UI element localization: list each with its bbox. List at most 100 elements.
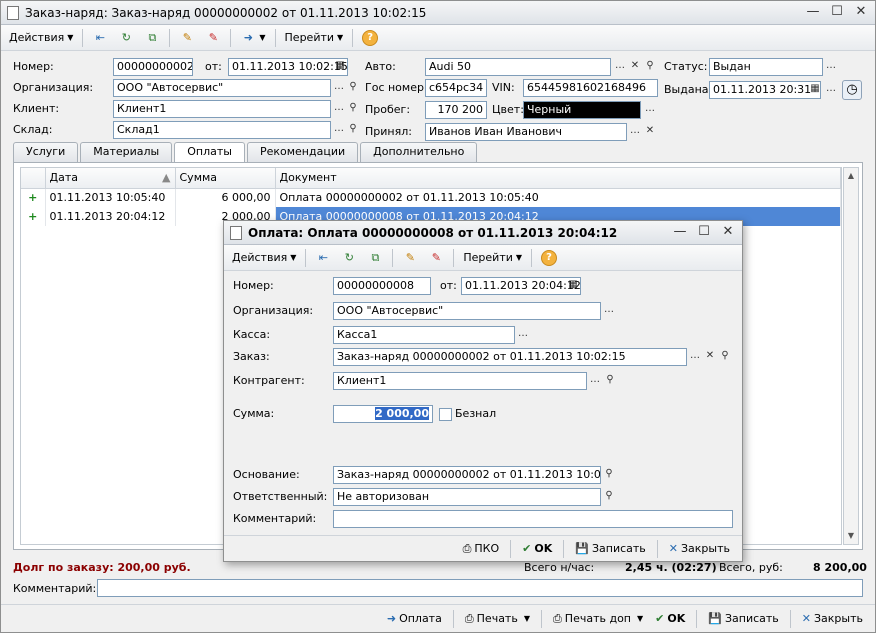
help-button[interactable]: ? xyxy=(537,248,561,268)
payment-button[interactable]: ➜ Оплата xyxy=(383,608,446,630)
search-icon[interactable]: ⚲ xyxy=(642,58,658,76)
actions-menu[interactable]: Действия ▼ xyxy=(228,248,300,268)
ellipsis-icon[interactable]: … xyxy=(515,326,531,344)
post-button[interactable]: ✎ xyxy=(175,28,199,48)
grid-header-document[interactable]: Документ xyxy=(275,168,841,189)
ellipsis-icon[interactable]: … xyxy=(687,348,703,366)
ellipsis-icon[interactable]: … xyxy=(587,372,603,390)
dlg-order-field[interactable]: Заказ-наряд 00000000002 от 01.11.2013 10… xyxy=(333,348,687,366)
comment-field[interactable] xyxy=(97,579,863,597)
maximize-icon[interactable]: ☐ xyxy=(829,4,845,20)
unpost-button[interactable]: ✎ xyxy=(424,248,448,268)
add-row-button[interactable]: ⇤ xyxy=(88,28,112,48)
ellipsis-icon[interactable]: … xyxy=(627,123,643,141)
maximize-icon[interactable]: ☐ xyxy=(696,224,712,240)
dlg-number-field[interactable]: 00000000008 xyxy=(333,277,431,295)
table-row[interactable]: + 01.11.2013 10:05:40 6 000,00 Оплата 00… xyxy=(21,188,841,207)
goto-menu[interactable]: Перейти ▼ xyxy=(281,28,348,48)
ellipsis-icon[interactable]: … xyxy=(612,58,628,76)
print-more-button[interactable]: ⎙ Печать доп ▼ xyxy=(549,608,647,630)
clear-icon[interactable]: ✕ xyxy=(627,58,643,76)
search-icon[interactable]: ⚲ xyxy=(602,372,618,390)
cashless-checkbox[interactable] xyxy=(439,408,452,424)
bottom-separator xyxy=(540,609,542,628)
refresh-button[interactable]: ↻ xyxy=(337,248,361,268)
calendar-icon[interactable]: ▦ xyxy=(807,81,823,99)
issued-label: Выдана: xyxy=(664,83,713,96)
ellipsis-icon[interactable]: … xyxy=(601,302,617,320)
accepted-field[interactable]: Иванов Иван Иванович xyxy=(425,123,627,141)
minimize-icon[interactable]: — xyxy=(672,224,688,240)
warehouse-field[interactable]: Склад1 xyxy=(113,121,331,139)
color-field[interactable]: Черный xyxy=(523,101,641,119)
clear-icon[interactable]: ✕ xyxy=(702,348,718,366)
pko-button[interactable]: ⎙ ПКО xyxy=(459,538,504,560)
client-field[interactable]: Клиент1 xyxy=(113,100,331,118)
search-icon[interactable]: ⚲ xyxy=(601,466,617,484)
search-icon[interactable]: ⚲ xyxy=(601,488,617,506)
tab-materials[interactable]: Материалы xyxy=(80,142,173,162)
clock-icon[interactable]: ◷ xyxy=(842,80,862,100)
status-field[interactable]: Выдан xyxy=(709,58,823,76)
close-button[interactable]: ✕ Закрыть xyxy=(798,608,867,630)
print-button[interactable]: ⎙ Печать ▼ xyxy=(461,608,534,630)
ellipsis-icon[interactable]: … xyxy=(823,81,839,99)
dlg-save-button[interactable]: 💾 Записать xyxy=(571,538,650,560)
close-icon[interactable]: ✕ xyxy=(720,224,736,240)
dlg-basis-field[interactable]: Заказ-наряд 00000000002 от 01.11.2013 10… xyxy=(333,466,601,484)
organization-field[interactable]: ООО "Автосервис" xyxy=(113,79,331,97)
mileage-field[interactable]: 170 200 xyxy=(425,101,487,119)
calendar-icon[interactable]: ▦ xyxy=(332,58,348,76)
total-hours-value: 2,45 ч. (02:27) xyxy=(625,561,717,574)
ok-button[interactable]: ✔ OK xyxy=(651,608,689,630)
ellipsis-icon[interactable]: … xyxy=(823,58,839,76)
post-button[interactable]: ✎ xyxy=(398,248,422,268)
dlg-ok-button[interactable]: ✔ OK xyxy=(518,538,556,560)
accepted-label: Принял: xyxy=(365,125,412,138)
help-button[interactable]: ? xyxy=(358,28,382,48)
grid-header-date[interactable]: Дата ▲ xyxy=(45,168,176,189)
scroll-up-icon[interactable]: ▲ xyxy=(844,168,858,184)
grid-header-sum[interactable]: Сумма xyxy=(175,168,276,189)
dlg-comment-field[interactable] xyxy=(333,510,733,528)
search-icon[interactable]: ⚲ xyxy=(345,100,361,118)
based-on-button[interactable]: ➜ ▼ xyxy=(236,28,269,48)
calendar-icon[interactable]: ▦ xyxy=(565,277,581,295)
search-icon[interactable]: ⚲ xyxy=(345,79,361,97)
close-icon[interactable]: ✕ xyxy=(853,4,869,20)
dlg-sum-field[interactable]: 2 000,00 xyxy=(333,405,433,423)
clear-icon[interactable]: ✕ xyxy=(642,123,658,141)
tab-services[interactable]: Услуги xyxy=(13,142,79,162)
actions-menu[interactable]: Действия ▼ xyxy=(5,28,77,48)
vin-field[interactable]: 65445981602168496 xyxy=(523,79,658,97)
add-row-button[interactable]: ⇤ xyxy=(311,248,335,268)
tab-additional[interactable]: Дополнительно xyxy=(360,142,478,162)
dlg-date-field[interactable]: 01.11.2013 20:04:12 xyxy=(461,277,581,295)
issued-field[interactable]: 01.11.2013 20:31 xyxy=(709,81,821,99)
date-field[interactable]: 01.11.2013 10:02:15 xyxy=(228,58,348,76)
dialog-titlebar[interactable]: Оплата: Оплата 00000000008 от 01.11.2013… xyxy=(224,221,742,245)
grid-scrollbar[interactable]: ▲ ▼ xyxy=(843,167,859,545)
dlg-cash-field[interactable]: Касса1 xyxy=(333,326,515,344)
plate-field[interactable]: с654рс34 xyxy=(425,79,487,97)
dlg-close-button[interactable]: ✕ Закрыть xyxy=(665,538,734,560)
search-icon[interactable]: ⚲ xyxy=(345,121,361,139)
refresh-button[interactable]: ↻ xyxy=(114,28,138,48)
dlg-responsible-field[interactable]: Не авторизован xyxy=(333,488,601,506)
copy-button[interactable]: ⧉ xyxy=(363,248,387,268)
auto-field[interactable]: Audi 50 xyxy=(425,58,611,76)
goto-menu[interactable]: Перейти ▼ xyxy=(459,248,526,268)
minimize-icon[interactable]: — xyxy=(805,4,821,20)
dlg-org-field[interactable]: ООО "Автосервис" xyxy=(333,302,601,320)
dlg-contractor-field[interactable]: Клиент1 xyxy=(333,372,587,390)
main-titlebar[interactable]: Заказ-наряд: Заказ-наряд 00000000002 от … xyxy=(1,1,875,25)
unpost-button[interactable]: ✎ xyxy=(201,28,225,48)
save-button[interactable]: 💾 Записать xyxy=(704,608,783,630)
tab-payments[interactable]: Оплаты xyxy=(174,142,245,163)
number-field[interactable]: 00000000002 xyxy=(113,58,193,76)
ellipsis-icon[interactable]: … xyxy=(642,101,658,119)
search-icon[interactable]: ⚲ xyxy=(717,348,733,366)
tab-recommendations[interactable]: Рекомендации xyxy=(246,142,359,162)
scroll-down-icon[interactable]: ▼ xyxy=(844,528,858,544)
copy-button[interactable]: ⧉ xyxy=(140,28,164,48)
